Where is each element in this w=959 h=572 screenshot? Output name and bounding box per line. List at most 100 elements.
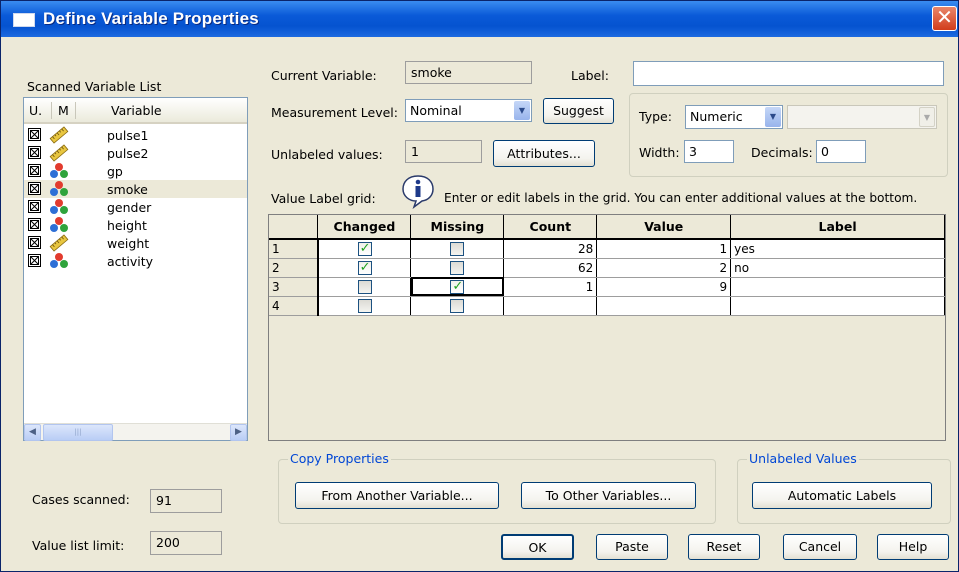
help-button[interactable]: Help: [877, 534, 949, 560]
close-button[interactable]: ✕: [932, 6, 957, 31]
scroll-thumb[interactable]: |||: [43, 424, 113, 441]
checked-checkbox-icon[interactable]: ✓: [450, 279, 465, 294]
col-count[interactable]: Count: [503, 215, 598, 240]
title-bar[interactable]: Define Variable Properties ✕: [1, 1, 958, 37]
variable-checkbox[interactable]: [28, 164, 41, 177]
changed-cell[interactable]: [317, 277, 412, 297]
header-m[interactable]: M: [58, 103, 69, 118]
decimals-input[interactable]: 0: [816, 140, 866, 163]
variable-list-header: U. M Variable: [24, 98, 247, 124]
grid-corner: [269, 215, 319, 240]
value-cell[interactable]: [596, 296, 732, 316]
variable-checkbox[interactable]: [28, 254, 41, 267]
value-cell[interactable]: 2: [596, 258, 732, 278]
chevron-down-icon[interactable]: ▼: [514, 101, 530, 120]
variable-name: gp: [107, 164, 123, 179]
value-cell[interactable]: 9: [596, 277, 732, 297]
missing-cell[interactable]: [410, 296, 505, 316]
to-other-variables-button[interactable]: To Other Variables...: [521, 482, 696, 509]
header-u[interactable]: U.: [29, 103, 42, 118]
missing-cell[interactable]: ✓: [410, 277, 505, 297]
row-number: 1: [269, 239, 319, 259]
variable-name: smoke: [107, 182, 148, 197]
changed-cell[interactable]: [317, 296, 412, 316]
variable-row-smoke[interactable]: smoke: [24, 180, 247, 198]
checked-checkbox-icon[interactable]: ✓: [357, 260, 372, 275]
variable-checkbox[interactable]: [28, 182, 41, 195]
label-cell[interactable]: yes: [730, 239, 945, 259]
label-cell[interactable]: no: [730, 258, 945, 278]
variable-name: activity: [107, 254, 154, 269]
variable-row-pulse1[interactable]: pulse1: [24, 126, 247, 144]
missing-cell[interactable]: [410, 239, 505, 259]
changed-cell[interactable]: ✓: [317, 258, 412, 278]
unchecked-checkbox-icon[interactable]: [450, 242, 465, 256]
variable-row-activity[interactable]: activity: [24, 252, 247, 270]
col-missing[interactable]: Missing: [410, 215, 505, 240]
measurement-level-select[interactable]: Nominal ▼: [405, 99, 532, 122]
type-select[interactable]: Numeric ▼: [685, 105, 783, 129]
checked-checkbox-icon[interactable]: ✓: [357, 241, 372, 256]
automatic-labels-button[interactable]: Automatic Labels: [752, 482, 932, 509]
scroll-left-icon[interactable]: ◀: [24, 424, 41, 441]
grid-header-row: Changed Missing Count Value Label: [269, 215, 945, 240]
measurement-level-label: Measurement Level:: [271, 105, 398, 120]
cancel-button[interactable]: Cancel: [783, 534, 857, 560]
unchecked-checkbox-icon[interactable]: [357, 298, 372, 313]
variable-row-gp[interactable]: gp: [24, 162, 247, 180]
decimals-label: Decimals:: [751, 145, 813, 160]
variable-row-gender[interactable]: gender: [24, 198, 247, 216]
label-cell[interactable]: [730, 277, 945, 297]
attributes-button[interactable]: Attributes...: [493, 140, 595, 167]
from-another-variable-button[interactable]: From Another Variable...: [295, 482, 499, 509]
label-cell[interactable]: [730, 296, 945, 316]
missing-cell[interactable]: [410, 258, 505, 278]
grid-row[interactable]: 4: [269, 296, 945, 316]
col-label[interactable]: Label: [730, 215, 945, 240]
variable-checkbox[interactable]: [28, 218, 41, 231]
unlabeled-values-field: 1: [405, 140, 482, 163]
nominal-balls-icon: [49, 198, 68, 216]
count-cell: 1: [503, 277, 598, 297]
value-label-grid-caption: Value Label grid:: [271, 191, 376, 206]
grid-row[interactable]: 3 ✓ 1 9: [269, 277, 945, 297]
width-input[interactable]: 3: [684, 140, 734, 163]
nominal-balls-icon: [49, 180, 68, 198]
variable-name: height: [107, 218, 147, 233]
header-variable[interactable]: Variable: [111, 103, 162, 118]
ok-button[interactable]: OK: [501, 534, 574, 560]
unchecked-checkbox-icon[interactable]: [450, 260, 465, 275]
variable-checkbox[interactable]: [28, 236, 41, 249]
reset-button[interactable]: Reset: [688, 534, 760, 560]
variable-checkbox[interactable]: [28, 128, 41, 141]
scale-ruler-icon: [49, 144, 69, 162]
col-value[interactable]: Value: [596, 215, 732, 240]
chevron-down-icon: ▼: [919, 107, 935, 127]
col-changed[interactable]: Changed: [317, 215, 412, 240]
header-divider: [51, 102, 52, 119]
grid-row[interactable]: 2 ✓ 62 2 no: [269, 258, 945, 278]
grid-row[interactable]: 1 ✓ 28 1 yes: [269, 239, 945, 259]
variable-row-weight[interactable]: weight: [24, 234, 247, 252]
suggest-button[interactable]: Suggest: [543, 98, 614, 124]
type-label: Type:: [639, 109, 672, 124]
unchecked-checkbox-icon[interactable]: [357, 279, 372, 294]
variable-checkbox[interactable]: [28, 200, 41, 213]
unlabeled-values-title: Unlabeled Values: [747, 451, 859, 466]
changed-cell[interactable]: ✓: [317, 239, 412, 259]
width-label: Width:: [639, 145, 680, 160]
variable-row-height[interactable]: height: [24, 216, 247, 234]
value-cell[interactable]: 1: [596, 239, 732, 259]
header-divider: [75, 102, 76, 119]
variable-checkbox[interactable]: [28, 146, 41, 159]
chevron-down-icon[interactable]: ▼: [765, 107, 781, 127]
value-label-grid[interactable]: Changed Missing Count Value Label 1 ✓ 28 1 y…: [268, 214, 946, 441]
variable-row-pulse2[interactable]: pulse2: [24, 144, 247, 162]
count-cell: [503, 296, 598, 316]
scroll-right-icon[interactable]: ▶: [230, 424, 247, 441]
paste-button[interactable]: Paste: [596, 534, 668, 560]
unchecked-checkbox-icon[interactable]: [450, 298, 465, 313]
scanned-variable-list[interactable]: U. M Variable pulse1 pulse2 gp smoke gender h…: [23, 97, 248, 441]
label-input[interactable]: [633, 61, 944, 86]
horizontal-scrollbar[interactable]: ◀ ||| ▶: [24, 423, 247, 441]
